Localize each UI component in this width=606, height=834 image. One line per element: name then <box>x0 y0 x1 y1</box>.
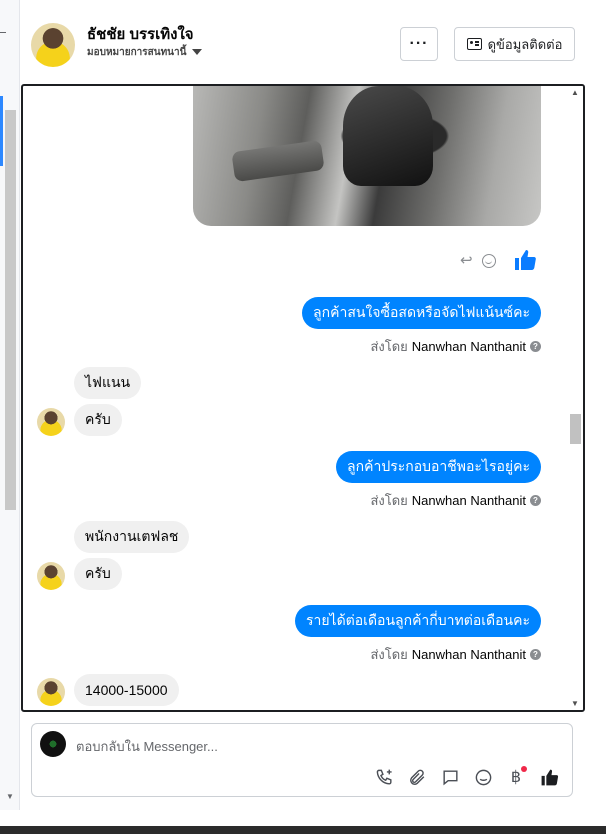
contact-name[interactable]: ธัชชัย บรรเทิงใจ <box>87 22 194 46</box>
sent-by-prefix: ส่งโดย <box>370 339 408 354</box>
thread-scrollbar[interactable]: ▲ ▼ <box>568 86 583 710</box>
message-text: ครับ <box>85 411 111 427</box>
left-scrollbar[interactable] <box>5 110 16 510</box>
message-text: 14000-15000 <box>85 682 168 698</box>
paperclip-icon[interactable] <box>406 766 428 788</box>
thumbs-up-icon[interactable] <box>538 766 560 788</box>
assign-conversation[interactable]: มอบหมายการสนทนานี้ <box>87 45 203 60</box>
chat-bubble-icon[interactable] <box>439 766 461 788</box>
photo-detail <box>231 139 325 183</box>
incoming-message[interactable]: ครับ <box>74 404 122 436</box>
avatar[interactable] <box>31 23 75 67</box>
scroll-up-icon[interactable]: ▲ <box>571 88 579 97</box>
avatar[interactable] <box>37 408 65 436</box>
divider <box>0 32 6 33</box>
message-text: ครับ <box>85 565 111 581</box>
photo-detail <box>343 86 433 186</box>
thumbs-up-icon <box>515 250 536 270</box>
sent-by-prefix: ส่งโดย <box>370 647 408 662</box>
phone-plus-icon[interactable] <box>373 766 395 788</box>
outgoing-message[interactable]: ลูกค้าประกอบอาชีพอะไรอยู่คะ <box>336 451 541 483</box>
shared-photo[interactable] <box>193 86 541 226</box>
contact-card-icon <box>466 38 482 50</box>
help-icon[interactable]: ? <box>530 341 541 352</box>
baht-icon[interactable]: ฿ <box>505 766 527 788</box>
incoming-message[interactable]: 14000-15000 <box>74 674 179 706</box>
caret-down-icon <box>192 49 203 56</box>
selected-indicator <box>0 96 3 166</box>
composer-tools: ฿ <box>373 766 560 788</box>
conversation-header: ธัชชัย บรรเทิงใจ มอบหมายการสนทนานี้ ··· … <box>21 0 606 84</box>
message-actions: ↩ <box>460 253 496 268</box>
message-text: รายได้ต่อเดือนลูกค้ากี่บาทต่อเดือนคะ <box>305 612 530 628</box>
sender-name: Nanwhan Nanthanit <box>411 647 526 662</box>
sent-by-label: ส่งโดย Nanwhan Nanthanit? <box>370 490 541 511</box>
message-text: ลูกค้าประกอบอาชีพอะไรอยู่คะ <box>347 458 530 474</box>
left-panel-edge: ▼ <box>0 0 20 810</box>
assign-label: มอบหมายการสนทนานี้ <box>87 47 187 58</box>
message-text: ไฟแนน <box>85 374 131 390</box>
reply-icon[interactable]: ↩ <box>460 253 476 268</box>
incoming-message[interactable]: ครับ <box>74 558 122 590</box>
view-contact-button[interactable]: ดูข้อมูลติดต่อ <box>454 27 575 61</box>
react-icon[interactable] <box>482 254 496 268</box>
view-contact-label: ดูข้อมูลติดต่อ <box>487 36 563 52</box>
message-text: ลูกค้าสนใจซื้อสดหรือจัดไฟแน้นซ์คะ <box>313 304 530 320</box>
baht-glyph: ฿ <box>510 769 522 786</box>
sender-name: Nanwhan Nanthanit <box>411 493 526 508</box>
help-icon[interactable]: ? <box>530 495 541 506</box>
sender-name: Nanwhan Nanthanit <box>411 339 526 354</box>
messenger-inbox: ▼ ธัชชัย บรรเทิงใจ มอบหมายการสนทนานี้ ··… <box>0 0 606 834</box>
message-text: พนักงานเตฟลช <box>85 528 179 544</box>
scroll-down-icon[interactable]: ▼ <box>571 699 579 708</box>
sent-by-label: ส่งโดย Nanwhan Nanthanit? <box>370 644 541 665</box>
scrollbar-thumb[interactable] <box>570 414 581 444</box>
outgoing-message[interactable]: รายได้ต่อเดือนลูกค้ากี่บาทต่อเดือนคะ <box>294 605 541 637</box>
reply-input[interactable] <box>76 736 536 756</box>
more-label: ··· <box>409 35 429 52</box>
help-icon[interactable]: ? <box>530 649 541 660</box>
message-thread[interactable]: ↩ ลูกค้าสนใจซื้อสดหรือจัดไฟแน้นซ์คะ ส่งโ… <box>21 84 585 712</box>
notification-dot <box>521 766 527 772</box>
avatar[interactable] <box>37 678 65 706</box>
more-options-button[interactable]: ··· <box>400 27 438 61</box>
smile-icon[interactable] <box>472 766 494 788</box>
page-avatar <box>40 731 66 757</box>
incoming-message[interactable]: ไฟแนน <box>74 367 142 399</box>
outgoing-message[interactable]: ลูกค้าสนใจซื้อสดหรือจัดไฟแน้นซ์คะ <box>302 297 541 329</box>
taskbar-edge <box>0 826 606 834</box>
incoming-message[interactable]: พนักงานเตฟลช <box>74 521 190 553</box>
sent-by-label: ส่งโดย Nanwhan Nanthanit? <box>370 336 541 357</box>
sent-by-prefix: ส่งโดย <box>370 493 408 508</box>
avatar[interactable] <box>37 562 65 590</box>
reply-composer: ฿ <box>31 723 573 797</box>
window-edge <box>598 0 606 826</box>
scroll-down-icon[interactable]: ▼ <box>6 792 14 801</box>
